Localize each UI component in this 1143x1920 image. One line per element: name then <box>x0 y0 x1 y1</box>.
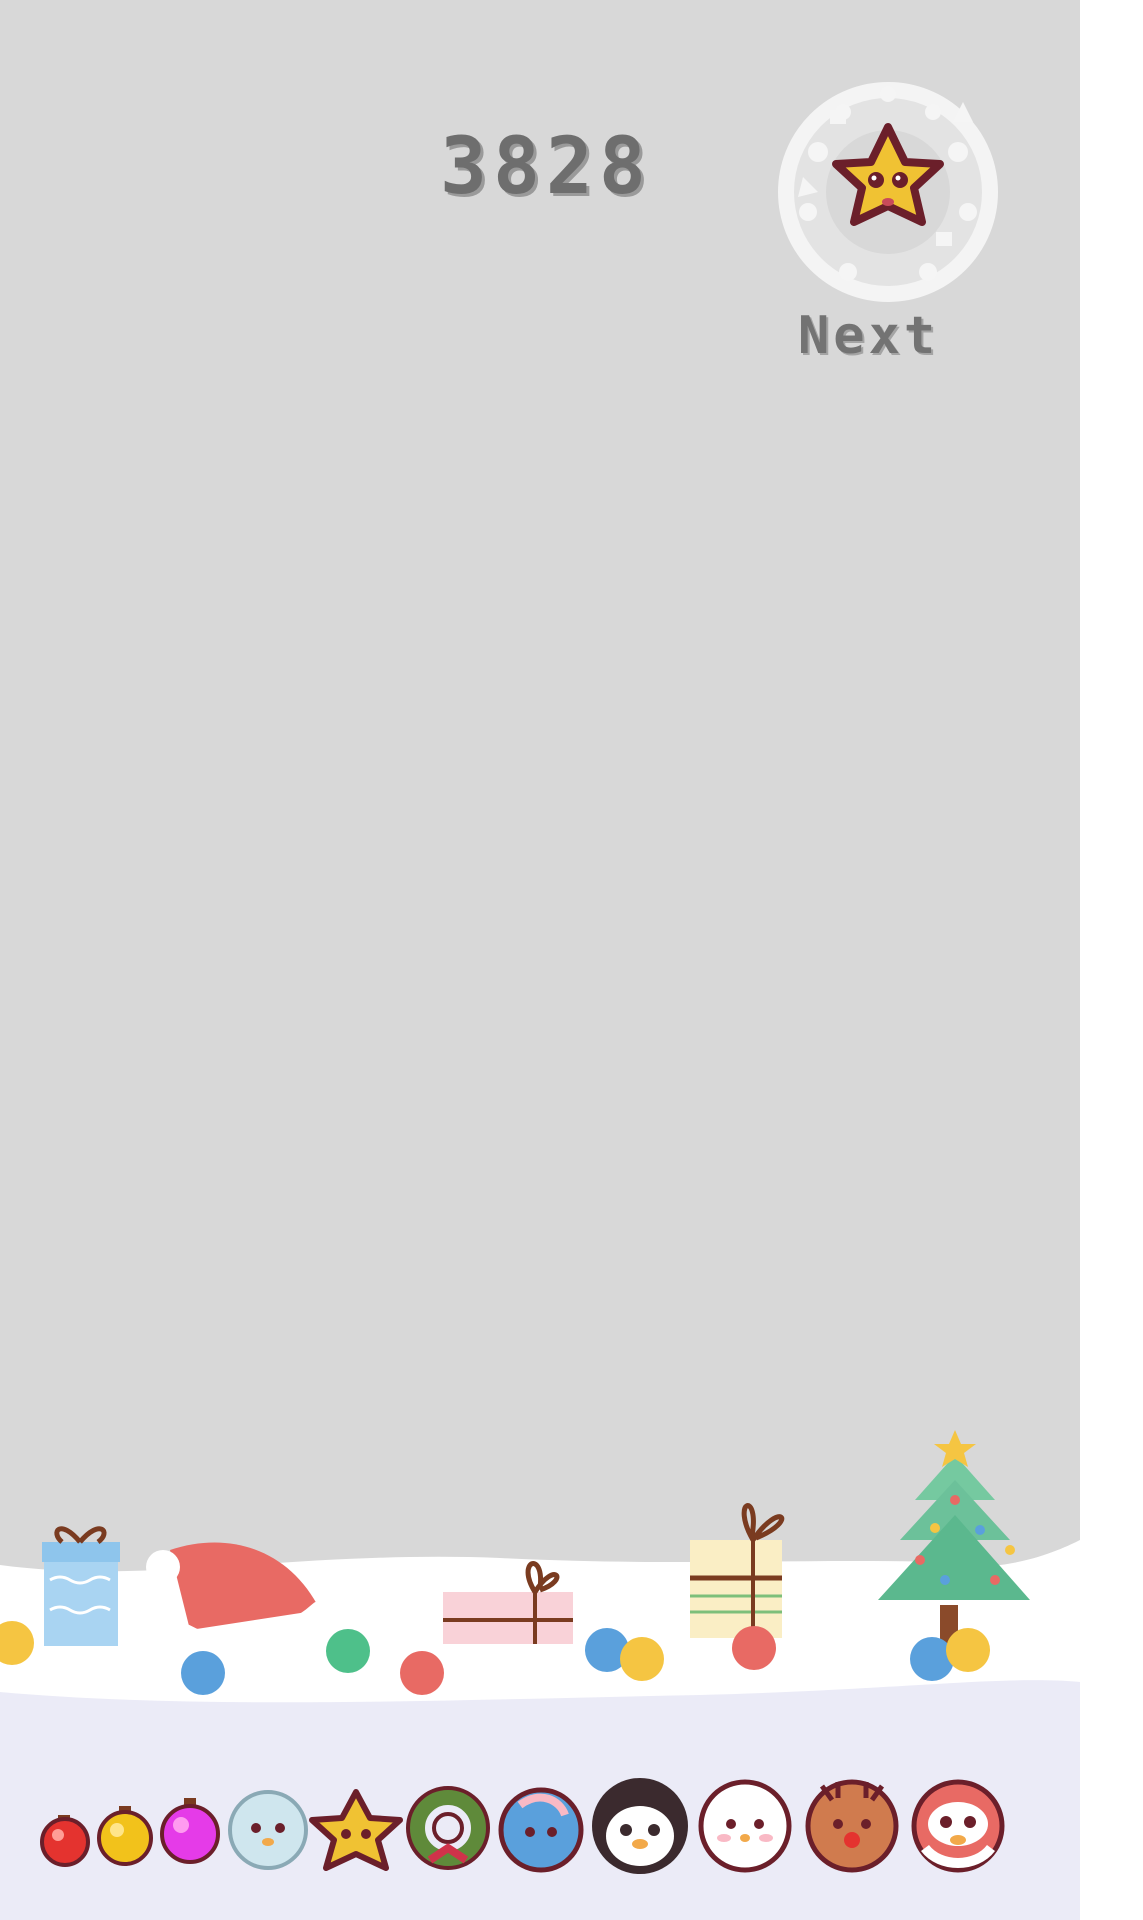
star-face-icon <box>309 1789 403 1871</box>
next-preview <box>778 82 998 302</box>
gift-box-striped-icon <box>690 1503 785 1638</box>
penguin-face-icon <box>592 1778 688 1874</box>
snowflake-face-icon <box>228 1790 308 1870</box>
red-ornament-icon <box>40 1815 90 1867</box>
wreath-icon <box>406 1786 490 1870</box>
gold-ornament-icon <box>97 1806 153 1866</box>
game-board[interactable]: 3828 Next <box>0 0 1080 1920</box>
blue-bauble-face-icon <box>498 1787 584 1873</box>
next-label: Next <box>798 306 940 366</box>
gift-box-blue-icon <box>42 1526 120 1646</box>
reindeer-face-icon <box>805 1779 899 1873</box>
pink-ornament-icon <box>160 1798 220 1864</box>
side-margin <box>1080 0 1143 1920</box>
santa-face-icon <box>911 1779 1005 1873</box>
score-display: 3828 <box>440 122 652 212</box>
snowman-face-icon <box>698 1779 792 1873</box>
evolution-chain <box>40 1778 1005 1874</box>
